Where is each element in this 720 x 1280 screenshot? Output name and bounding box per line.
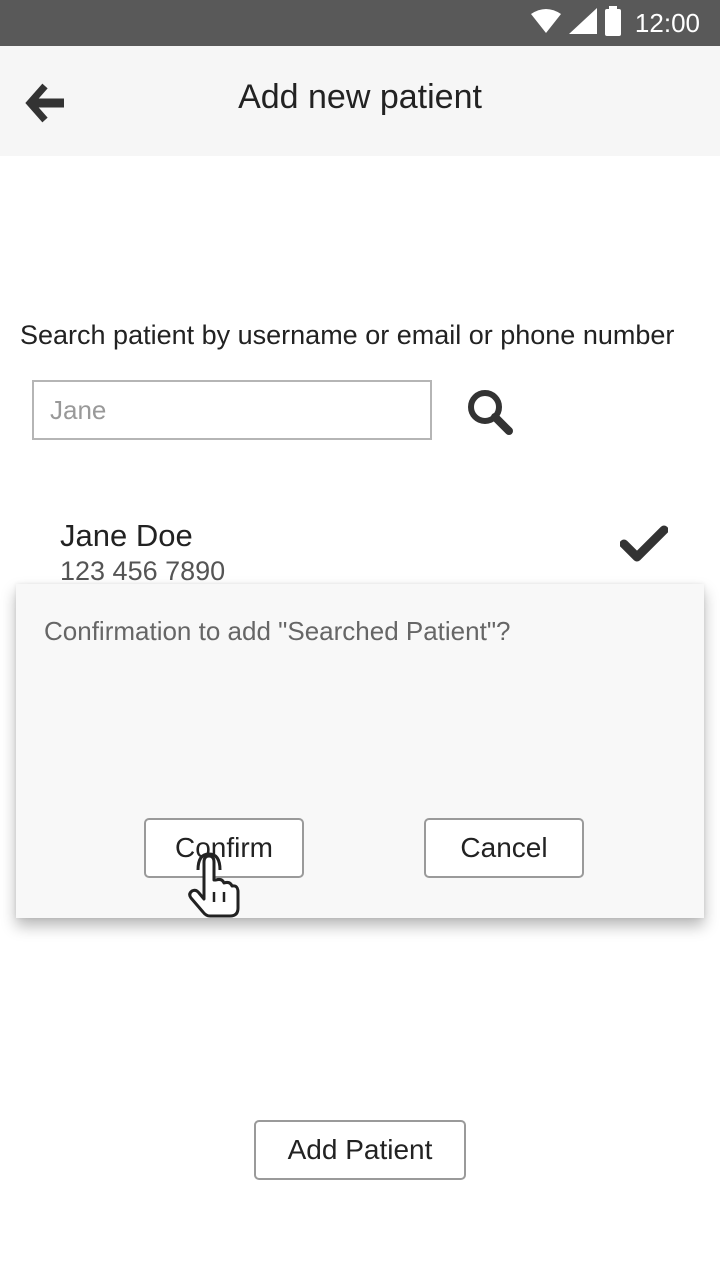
confirmation-dialog: Confirmation to add "Searched Patient"? … <box>16 584 704 918</box>
patient-name: Jane Doe <box>60 518 193 553</box>
patient-phone: 123 456 7890 <box>60 556 226 586</box>
battery-icon <box>604 5 621 41</box>
search-button[interactable] <box>462 386 518 442</box>
wifi-icon <box>530 8 561 38</box>
check-icon <box>619 524 669 564</box>
signal-icon <box>568 7 597 39</box>
search-input[interactable] <box>32 380 432 440</box>
cancel-button[interactable]: Cancel <box>424 818 584 878</box>
page-title: Add new patient <box>238 78 482 116</box>
search-label: Search patient by username or email or p… <box>20 320 675 350</box>
app-bar: Add new patient <box>0 46 720 156</box>
status-icons: 12:00 <box>530 0 700 46</box>
status-time: 12:00 <box>634 7 700 38</box>
dialog-message: Confirmation to add "Searched Patient"? <box>44 616 511 646</box>
add-patient-button[interactable]: Add Patient <box>254 1120 466 1180</box>
search-icon <box>465 387 515 442</box>
status-bar: 12:00 <box>0 0 720 46</box>
patient-result-item[interactable]: Jane Doe 123 456 7890 <box>0 500 720 590</box>
confirm-button[interactable]: Confirm <box>144 818 304 878</box>
